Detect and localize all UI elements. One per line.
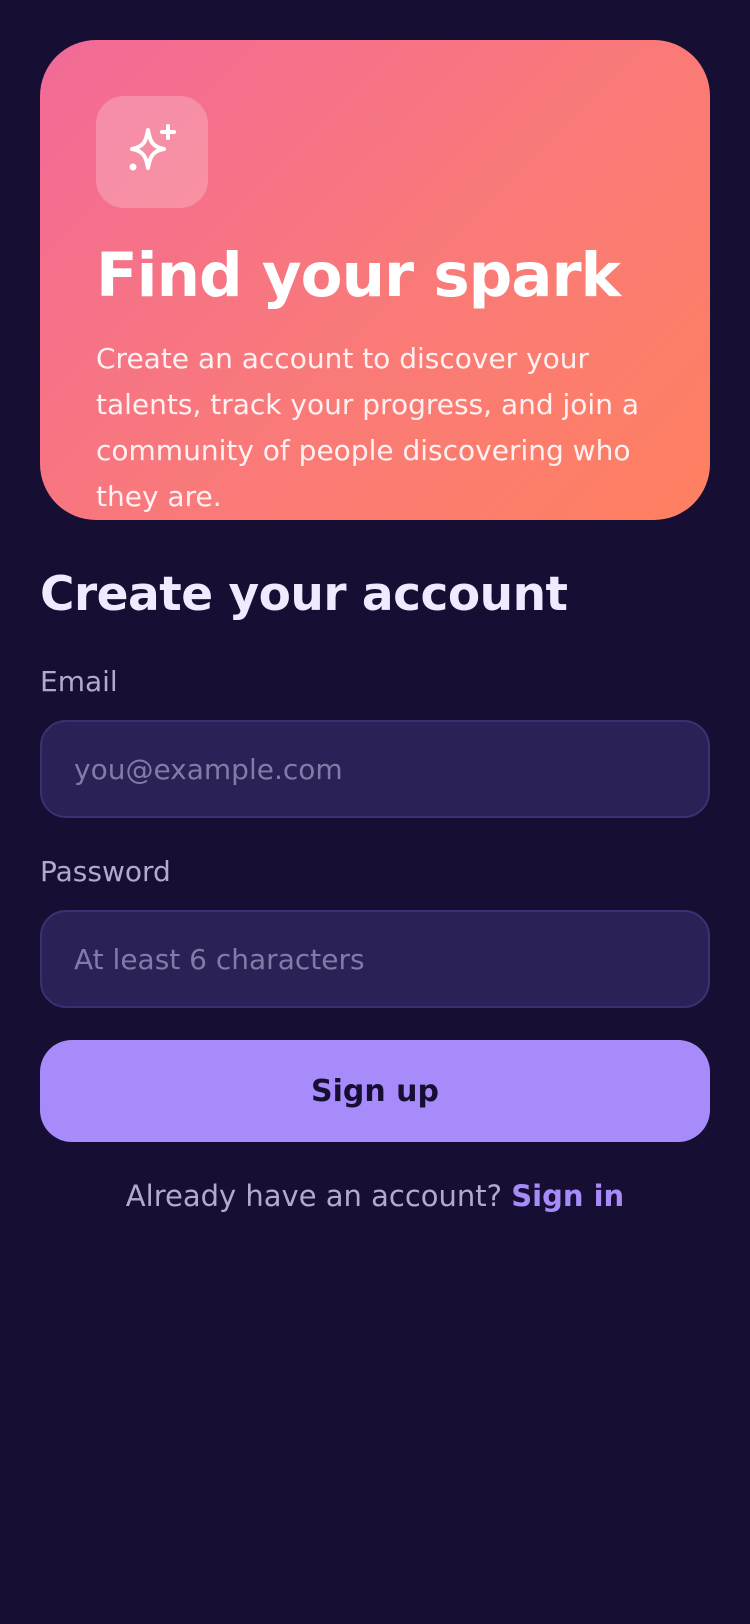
password-label: Password [40, 855, 171, 888]
sign-up-button[interactable]: Sign up [40, 1040, 710, 1142]
hero-card: Find your spark Create an account to dis… [40, 40, 710, 520]
signin-prompt-text: Already have an account? [125, 1179, 512, 1213]
password-field[interactable] [40, 910, 710, 1008]
signup-screen: Find your spark Create an account to dis… [0, 0, 750, 1624]
email-label: Email [40, 665, 118, 698]
form-title: Create your account [40, 567, 568, 622]
email-field[interactable] [40, 720, 710, 818]
sparkles-icon [129, 124, 176, 171]
hero-title: Find your spark [96, 240, 621, 311]
hero-icon-container [96, 96, 208, 208]
signin-prompt: Already have an account? Sign in [40, 1176, 710, 1216]
hero-description: Create an account to discover your talen… [96, 342, 640, 513]
sign-in-link[interactable]: Sign in [511, 1179, 624, 1213]
